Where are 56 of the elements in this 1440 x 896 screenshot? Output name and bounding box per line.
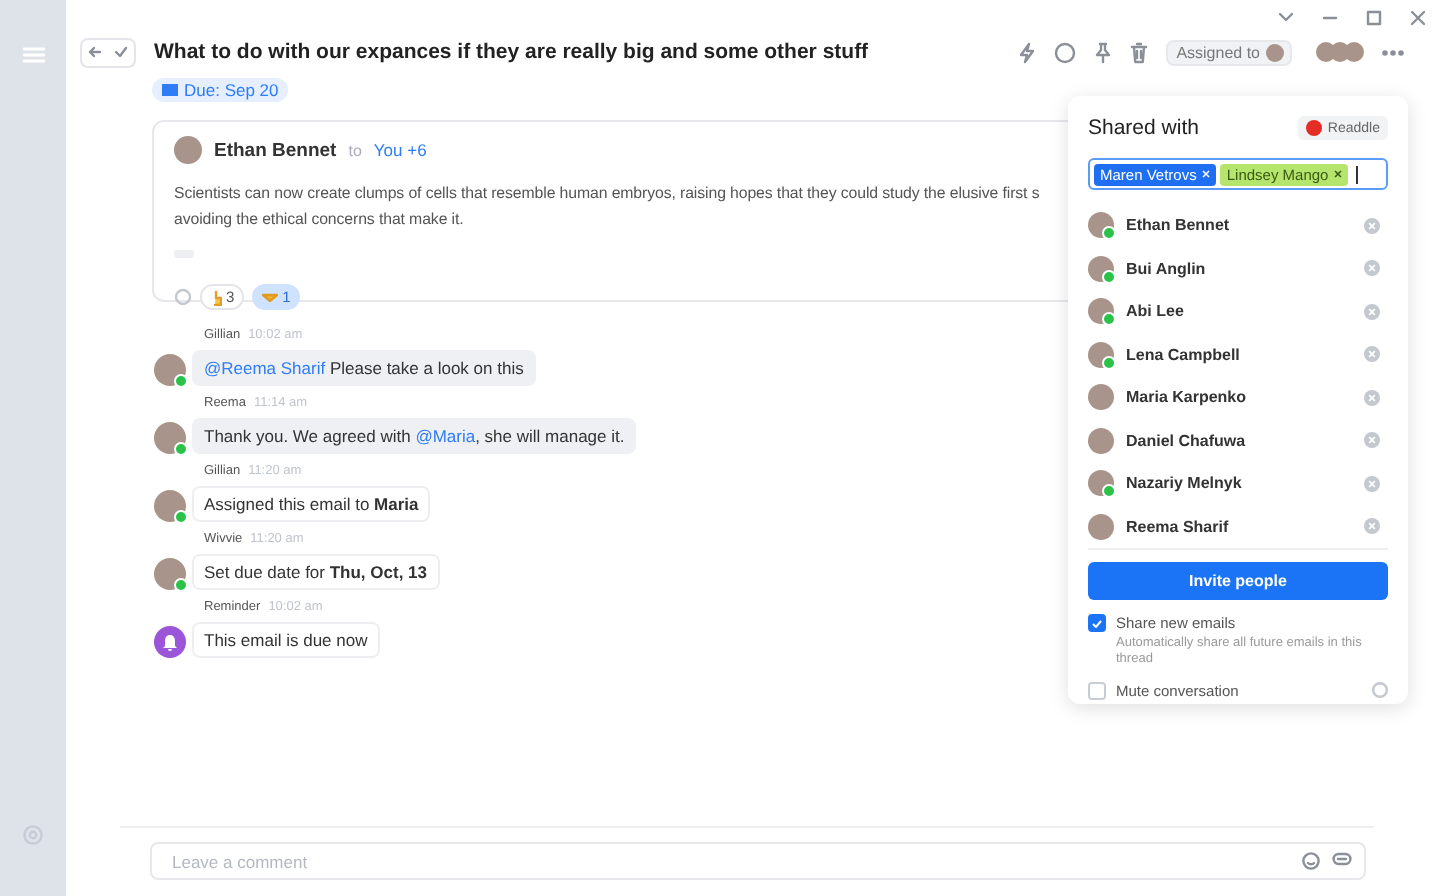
paperclip-icon[interactable] <box>1332 852 1352 866</box>
remove-member-icon[interactable] <box>1364 475 1380 492</box>
activity-message: Set due date for Thu, Oct, 13 <box>192 554 440 590</box>
remove-member-icon[interactable] <box>1364 518 1380 535</box>
check-icon[interactable] <box>114 46 128 58</box>
navigation-buttons[interactable] <box>80 37 136 67</box>
tag-remove-icon[interactable] <box>1334 170 1343 178</box>
participant-avatars[interactable] <box>1316 42 1364 62</box>
more-icon[interactable] <box>1382 49 1404 55</box>
add-reaction-icon[interactable] <box>174 288 192 306</box>
trash-icon[interactable] <box>1130 41 1149 63</box>
avatar <box>1266 43 1284 61</box>
member-name: Abi Lee <box>1126 302 1184 321</box>
sender-name: Ethan Bennet <box>214 139 337 161</box>
lightning-icon[interactable] <box>1018 41 1037 63</box>
minimize-icon[interactable] <box>1322 15 1338 19</box>
invite-button[interactable]: Invite people <box>1088 562 1388 600</box>
popup-title: Shared with <box>1088 116 1199 140</box>
remove-member-icon[interactable] <box>1364 346 1380 363</box>
remove-member-icon[interactable] <box>1364 389 1380 406</box>
chevron-down-icon[interactable] <box>1278 12 1294 22</box>
workspace-logo-icon <box>1305 120 1322 136</box>
comment-bubble: Thank you. We agreed with @Maria, she will manage it. <box>192 418 637 454</box>
member-name: Bui Anglin <box>1126 259 1206 278</box>
reminder-bell-icon <box>154 626 186 658</box>
comment-bubble: @Reema Sharif Please take a look on this <box>192 350 536 386</box>
activity-message: Assigned this email to Maria <box>192 486 431 522</box>
maximize-icon[interactable] <box>1366 9 1382 25</box>
activity-message: This email is due now <box>192 622 380 658</box>
due-date-badge[interactable]: Due: Sep 20 <box>152 78 289 102</box>
member-name: Nazariy Melnyk <box>1126 474 1242 493</box>
remove-member-icon[interactable] <box>1364 260 1380 277</box>
mention-link[interactable]: @Reema Sharif <box>204 358 326 378</box>
help-icon[interactable] <box>1372 682 1388 698</box>
emoji-icon[interactable] <box>1302 852 1320 870</box>
member-name: Maria Karpenko <box>1126 388 1247 407</box>
recipients-link[interactable]: You +6 <box>373 140 427 160</box>
remove-member-icon[interactable] <box>1364 432 1380 449</box>
member-name: Daniel Chafuwa <box>1126 431 1246 450</box>
assignee-button[interactable]: Assigned to <box>1166 39 1292 65</box>
checkbox[interactable] <box>1088 614 1106 632</box>
mention-link[interactable]: @Maria <box>415 426 476 446</box>
close-icon[interactable] <box>1410 9 1426 25</box>
circle-icon[interactable] <box>1054 41 1077 63</box>
member-name: Lena Campbell <box>1126 345 1240 364</box>
remove-member-icon[interactable] <box>1364 217 1380 234</box>
email-subject: What to do with our expances if they are really big and some other stuff <box>154 40 869 64</box>
member-name: Reema Sharif <box>1126 517 1229 536</box>
remove-member-icon[interactable] <box>1364 303 1380 320</box>
back-arrow-icon[interactable] <box>88 46 102 58</box>
avatar <box>174 136 202 164</box>
pin-icon[interactable] <box>1094 41 1113 63</box>
to-label: to <box>348 141 362 159</box>
comment-field[interactable]: Leave a comment <box>150 842 1366 880</box>
member-name: Ethan Bennet <box>1126 216 1230 235</box>
checkbox[interactable] <box>1088 682 1106 700</box>
